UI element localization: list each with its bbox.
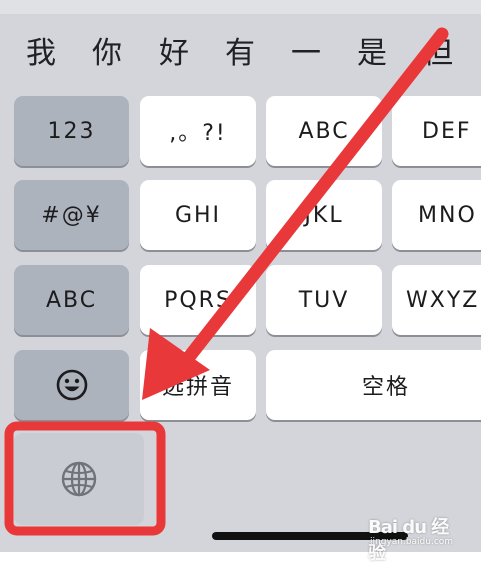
highlight-box xyxy=(4,421,166,536)
red-arrow xyxy=(142,27,449,400)
watermark: Bai du 经验 jingyan.baidu.com xyxy=(368,509,464,564)
watermark-url: jingyan.baidu.com xyxy=(370,537,454,547)
annotation-overlay xyxy=(4,27,449,536)
